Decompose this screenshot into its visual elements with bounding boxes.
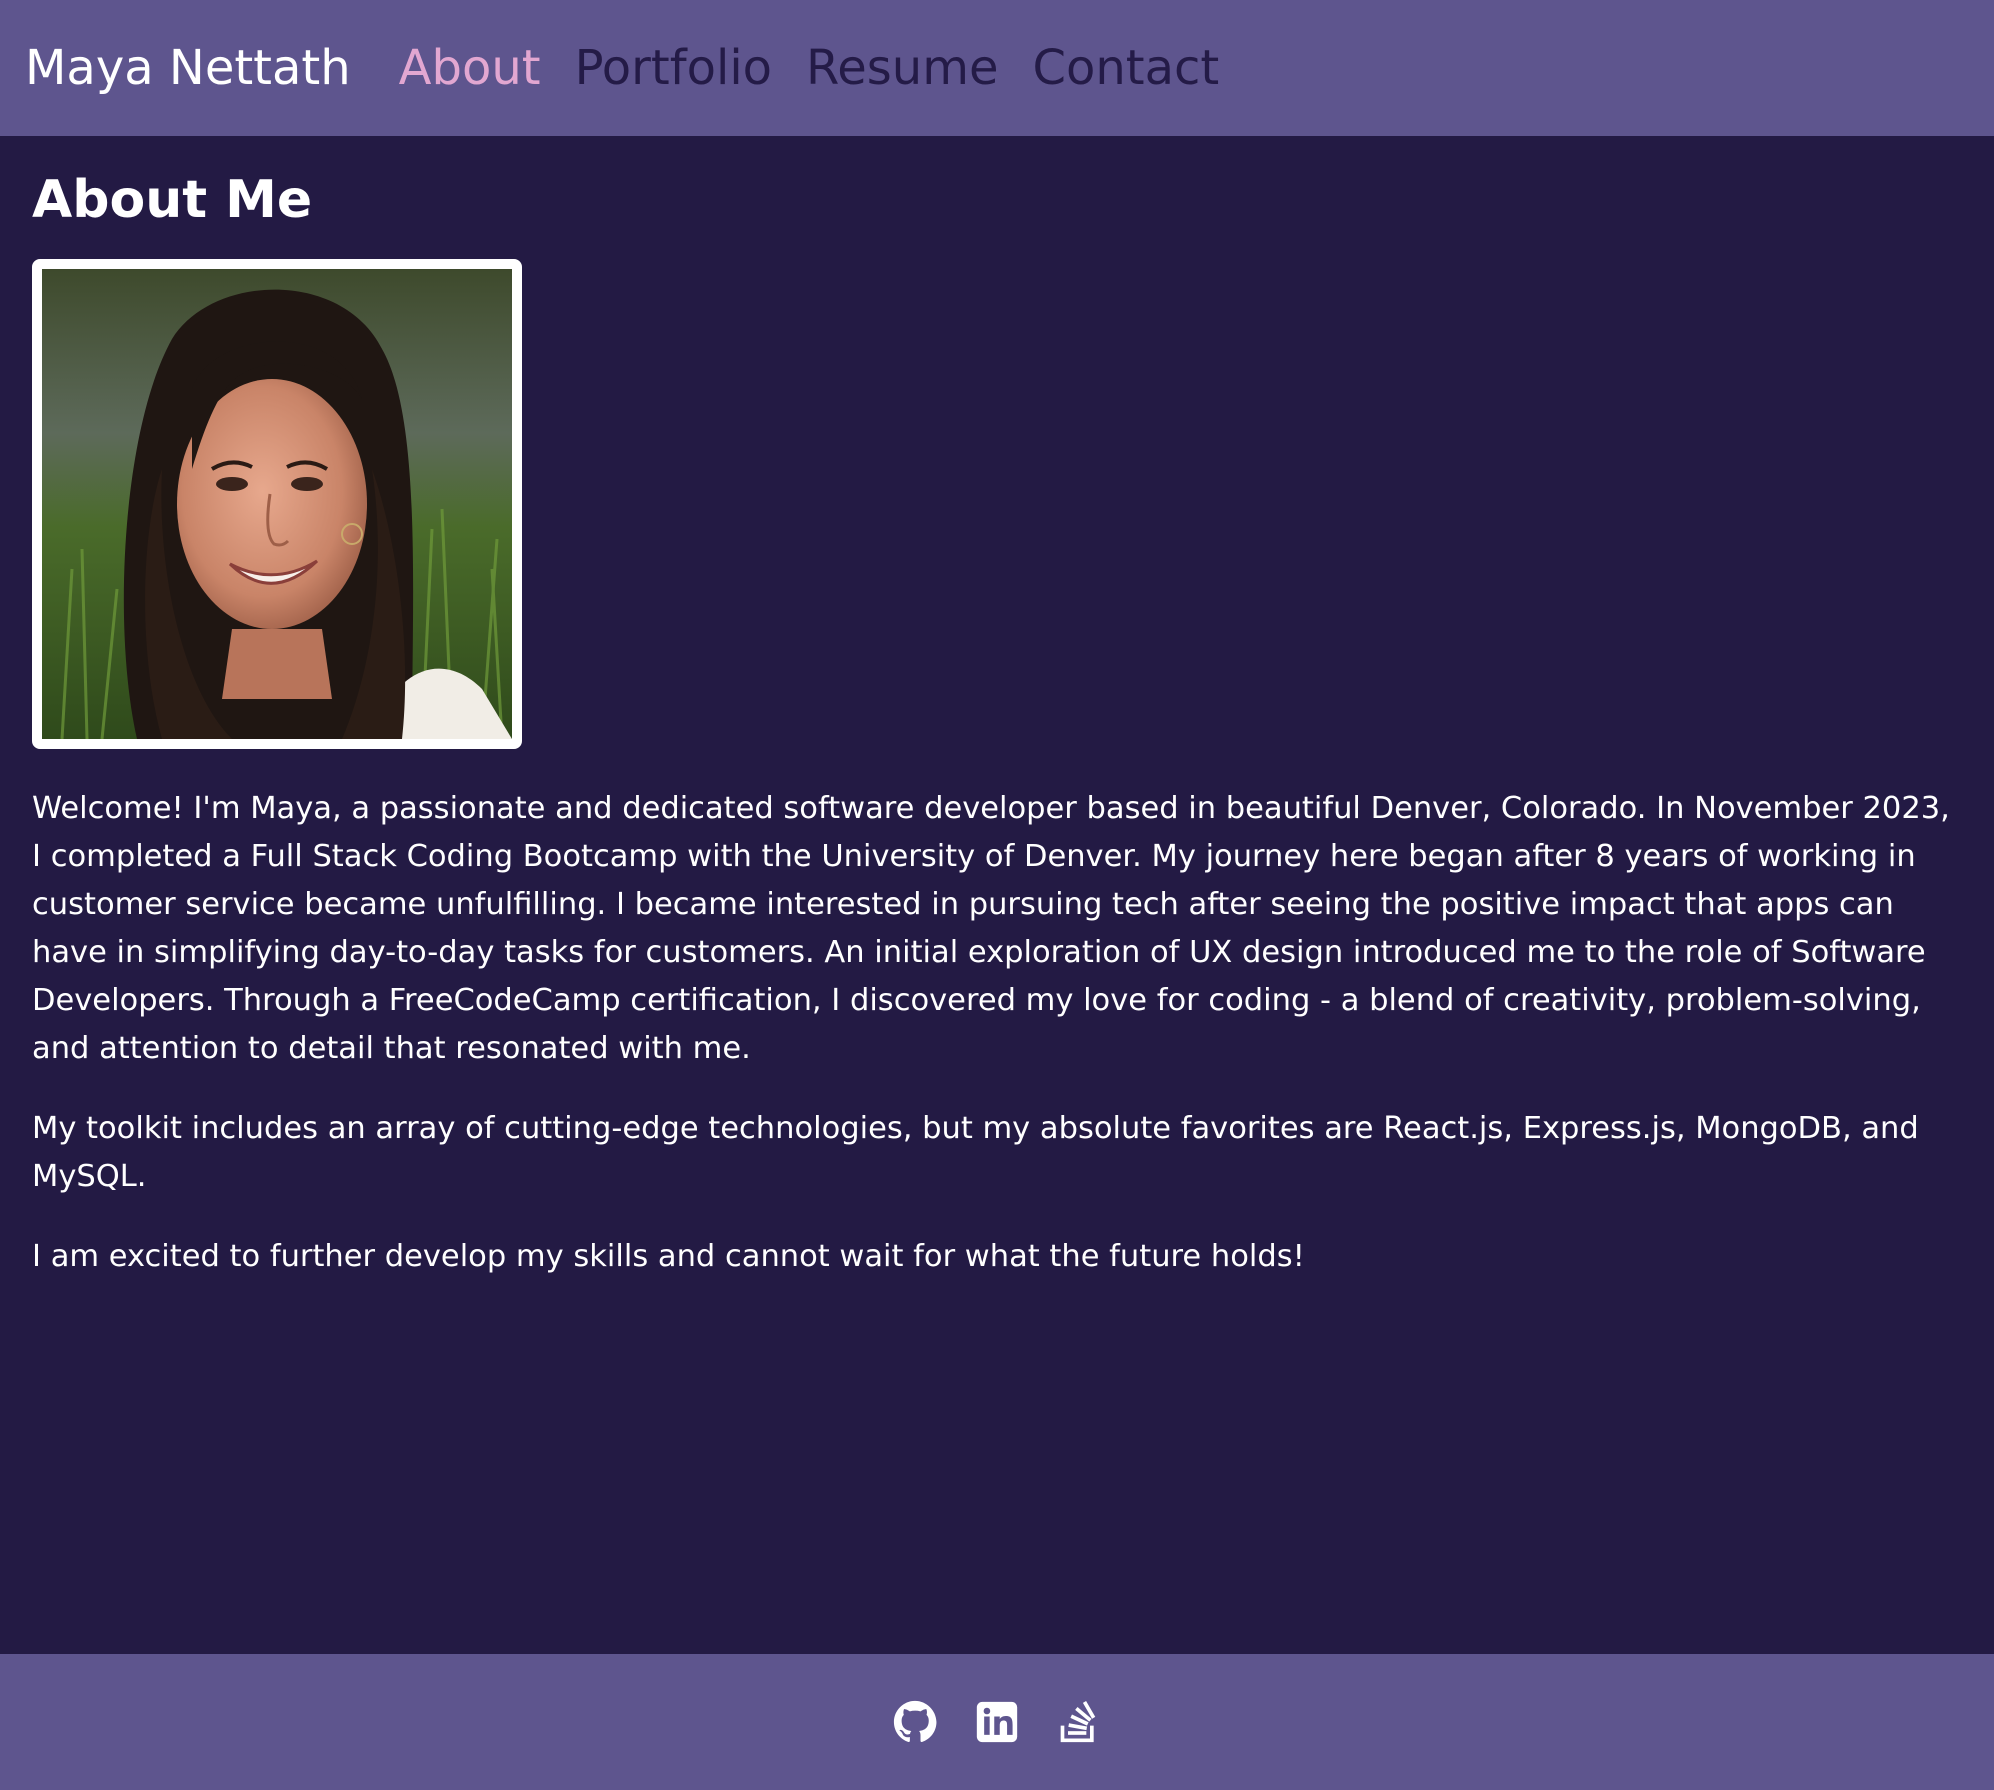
nav-link-resume[interactable]: Resume [806,44,998,92]
profile-photo [32,259,522,750]
about-paragraph-3: I am excited to further develop my skill… [32,1239,1305,1275]
site-footer [0,1654,1994,1790]
page-title: About Me [32,170,313,230]
profile-photo-image [42,269,512,740]
nav-link-portfolio[interactable]: Portfolio [575,44,772,92]
stackoverflow-link[interactable] [1057,1700,1101,1744]
nav-link-contact[interactable]: Contact [1032,44,1219,92]
brand-name[interactable]: Maya Nettath [25,44,351,92]
main-nav: About Portfolio Resume Contact [399,44,1220,92]
about-paragraph-1: Welcome! I'm Maya, a passionate and dedi… [32,791,1950,1067]
stackoverflow-icon [1060,1700,1096,1743]
github-link[interactable] [893,1700,937,1744]
nav-link-about[interactable]: About [399,44,541,92]
about-paragraph-2: My toolkit includes an array of cutting-… [32,1111,1919,1195]
linkedin-icon [976,1701,1018,1743]
site-header: Maya Nettath About Portfolio Resume Cont… [0,0,1994,136]
about-section: About Me Welcome! I'm Maya, a passionate… [0,136,1994,1654]
linkedin-link[interactable] [975,1700,1019,1744]
github-icon [893,1700,937,1743]
